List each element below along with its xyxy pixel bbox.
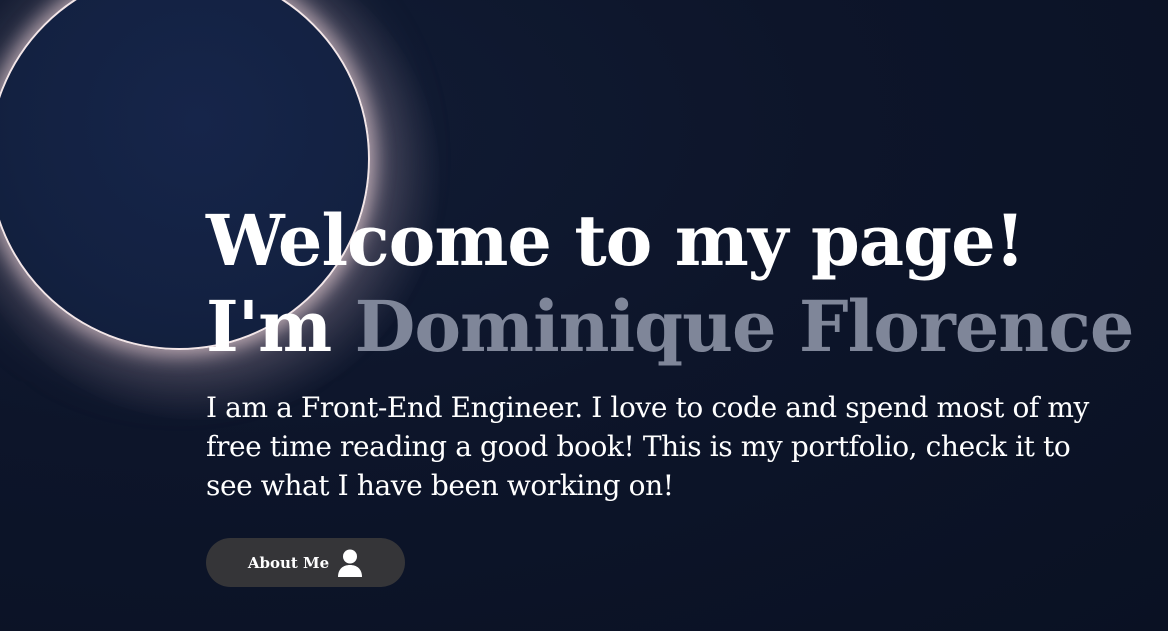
hero-headline: Welcome to my page! I'm Dominique Floren…	[206, 198, 1136, 370]
hero-section: Welcome to my page! I'm Dominique Floren…	[206, 198, 1136, 505]
user-icon	[337, 549, 363, 577]
bio-text: I am a Front-End Engineer. I love to cod…	[206, 391, 1089, 502]
welcome-text: Welcome to my page!	[206, 199, 1025, 282]
about-me-label: About Me	[247, 553, 330, 572]
about-me-button[interactable]: About Me	[206, 538, 405, 587]
intro-prefix: I'm	[206, 285, 355, 368]
author-name: Dominique Florence	[354, 285, 1135, 368]
